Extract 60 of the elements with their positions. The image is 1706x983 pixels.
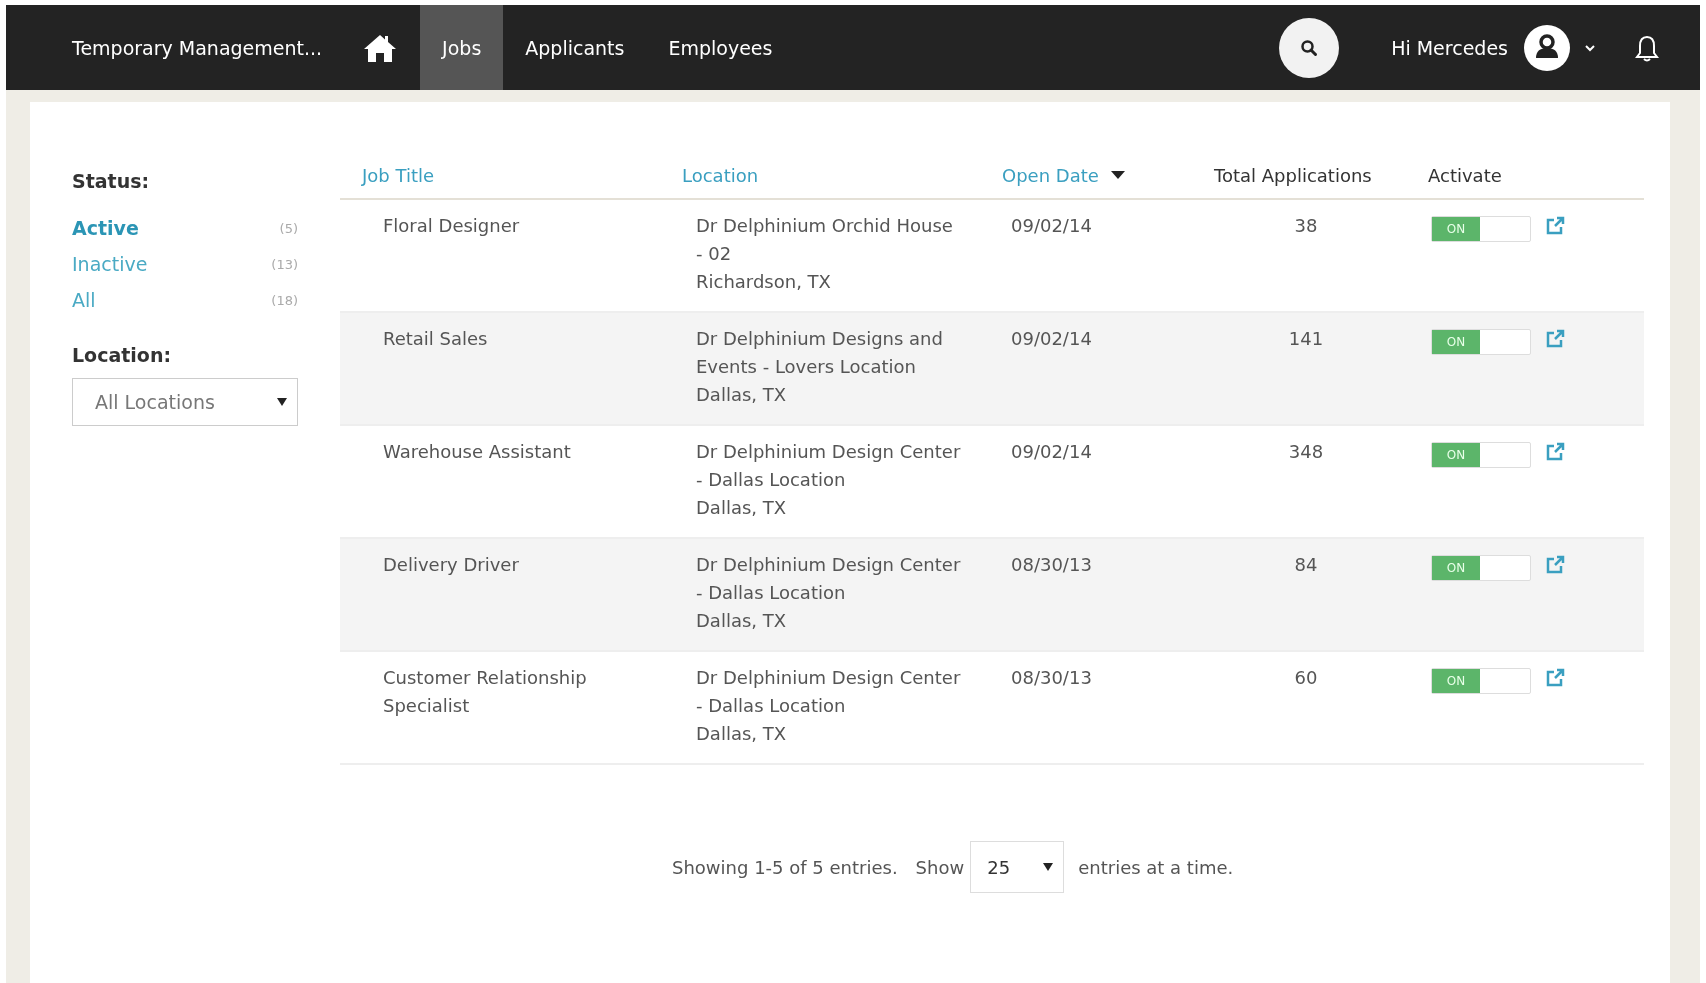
app-title[interactable]: Temporary Management... xyxy=(72,36,323,59)
table-cell-text: Retail Sales xyxy=(382,327,489,351)
filter-count: (18) xyxy=(271,292,298,308)
entries-suffix: entries at a time. xyxy=(1078,856,1234,878)
table-cell-text: Dr Delphinium Design Center - Dallas Location Dallas, TX xyxy=(696,553,962,633)
external-link-icon[interactable] xyxy=(1545,555,1565,575)
table-cell-text: Delivery Driver xyxy=(382,553,520,577)
column-header: Activate xyxy=(1428,164,1502,186)
filter-count: (13) xyxy=(271,256,298,272)
user-greeting: Hi Mercedes xyxy=(1391,36,1508,59)
table-cell-text: Floral Designer xyxy=(382,214,521,238)
nav-tab[interactable]: Employees xyxy=(646,5,795,90)
table-cell-text: 60 xyxy=(1293,666,1319,690)
status-filter-link[interactable]: Inactive xyxy=(72,253,148,275)
toggle-switch[interactable]: ON xyxy=(1431,668,1531,694)
toggle-switch[interactable]: ON xyxy=(1431,442,1531,468)
table-cell-text: 08/30/13 xyxy=(1011,553,1093,577)
table-cell-text: Customer Relationship Specialist xyxy=(382,666,588,718)
table-cell-text: Warehouse Assistant xyxy=(382,440,572,464)
table-cell-text: Dr Delphinium Designs and Events - Lovers Location Dallas, TX xyxy=(696,327,944,407)
location-dropdown[interactable]: All Locations xyxy=(72,378,298,426)
table-cell-text: 08/30/13 xyxy=(1011,666,1093,690)
show-label: Show xyxy=(915,856,965,878)
nav-tab[interactable]: Applicants xyxy=(503,5,647,90)
column-header[interactable]: Job Title xyxy=(340,164,682,186)
filter-label: Status: xyxy=(72,170,151,192)
table-cell-text: Dr Delphinium Design Center - Dallas Location Dallas, TX xyxy=(696,440,962,520)
dropdown-caret-icon xyxy=(1043,863,1054,871)
nav-tab[interactable]: Jobs xyxy=(420,5,504,90)
table-cell-text: 09/02/14 xyxy=(1011,440,1093,464)
table-cell-text: 84 xyxy=(1293,553,1319,577)
column-header[interactable]: Location xyxy=(682,164,1002,186)
column-header[interactable]: Open Date xyxy=(1002,164,1214,186)
dropdown-caret-icon xyxy=(277,398,287,406)
toggle-switch[interactable]: ON xyxy=(1431,329,1531,355)
toggle-switch[interactable]: ON xyxy=(1431,216,1531,242)
bell-icon[interactable] xyxy=(1634,33,1660,62)
page-size-dropdown[interactable]: 25 xyxy=(970,841,1065,893)
toggle-switch[interactable]: ON xyxy=(1431,555,1531,581)
user-avatar-icon[interactable] xyxy=(1524,24,1570,71)
external-link-icon[interactable] xyxy=(1545,668,1565,688)
table-cell-text: Dr Delphinium Orchid House - 02 Richardson, TX xyxy=(696,214,954,294)
table-cell-text: 141 xyxy=(1287,327,1325,351)
search-icon xyxy=(1300,38,1319,57)
external-link-icon[interactable] xyxy=(1545,329,1565,349)
filter-label: Location: xyxy=(72,344,173,366)
filter-count: (5) xyxy=(279,220,298,236)
column-header: Total Applications xyxy=(1214,164,1373,186)
table-cell-text: 09/02/14 xyxy=(1011,327,1093,351)
table-cell-text: Dr Delphinium Design Center - Dallas Location Dallas, TX xyxy=(696,666,962,746)
status-filter-link[interactable]: Active xyxy=(72,217,139,239)
entries-summary: Showing 1-5 of 5 entries. xyxy=(672,856,898,878)
external-link-icon[interactable] xyxy=(1545,442,1565,462)
table-cell-text: 38 xyxy=(1293,214,1319,238)
table-cell-text: 348 xyxy=(1287,440,1325,464)
table-cell-text: 09/02/14 xyxy=(1011,214,1093,238)
status-filter-link[interactable]: All xyxy=(72,289,96,311)
sort-descending-icon xyxy=(1110,171,1125,179)
external-link-icon[interactable] xyxy=(1545,216,1565,236)
chevron-down-icon[interactable] xyxy=(1584,43,1596,52)
